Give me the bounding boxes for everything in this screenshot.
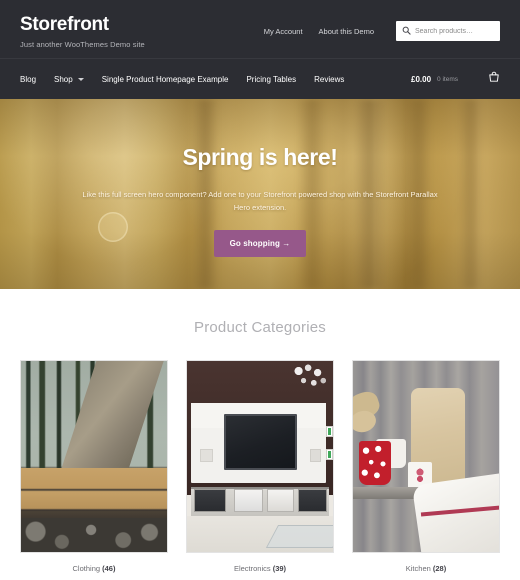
speaker-left-art [200, 448, 214, 463]
console-cabinet-art [297, 488, 328, 512]
console-cabinet-art [233, 488, 263, 512]
category-count: (46) [102, 564, 116, 573]
page-title: Product Categories [193, 319, 326, 336]
television-art [223, 414, 297, 470]
secondary-navigation: My Account About this Demo [264, 27, 374, 36]
shopping-cart-icon[interactable] [488, 70, 500, 88]
go-shopping-button[interactable]: Go shopping → [213, 230, 307, 258]
red-polkadot-mug-art [358, 441, 391, 486]
nav-item-label: Pricing Tables [246, 74, 297, 84]
cart-total-amount: £0.00 [411, 74, 432, 84]
product-categories-section: Product Categories Clothing (46) Electro… [0, 289, 520, 573]
category-count: (28) [432, 564, 447, 573]
site-header: Storefront Just another WooThemes Demo s… [0, 0, 520, 99]
site-title[interactable]: Storefront [20, 14, 264, 36]
chevron-down-icon[interactable] [77, 77, 84, 81]
nav-item-blog[interactable]: Blog [20, 75, 36, 84]
secondary-nav-item-my-account[interactable]: My Account [264, 27, 303, 36]
nav-item-label: Blog [20, 74, 37, 84]
search-icon [402, 22, 411, 40]
primary-navigation: Blog Shop Single Product Homepage Exampl… [20, 75, 411, 84]
category-label-clothing: Clothing (46) [20, 564, 168, 573]
category-label-kitchen: Kitchen (28) [352, 564, 500, 573]
category-name: Kitchen [405, 564, 431, 573]
category-image-electronics[interactable] [186, 360, 334, 553]
nav-item-label: Shop [54, 74, 73, 84]
product-search-form[interactable]: Search products… [396, 21, 500, 41]
category-card-electronics[interactable]: Electronics (39) [186, 360, 334, 573]
nav-item-pricing-tables[interactable]: Pricing Tables [246, 75, 296, 84]
console-cabinet-art [194, 488, 227, 512]
cart-summary[interactable]: £0.00 0 items [411, 70, 500, 88]
gravel-ground-art [21, 517, 167, 552]
nav-item-label: Reviews [314, 74, 345, 84]
site-tagline: Just another WooThemes Demo site [20, 39, 145, 49]
category-count: (39) [272, 564, 287, 573]
category-card-clothing[interactable]: Clothing (46) [20, 360, 168, 573]
nav-item-label: Single Product Homepage Example [101, 74, 229, 84]
nav-item-shop[interactable]: Shop [54, 75, 84, 84]
category-name: Electronics [233, 564, 271, 573]
wall-frame-art [325, 448, 333, 461]
category-card-kitchen[interactable]: Kitchen (28) [352, 360, 500, 573]
hero-title: Spring is here! [182, 144, 338, 170]
hero-banner: Spring is here! Like this full screen he… [0, 99, 520, 289]
category-grid: Clothing (46) Electronics (39) Kitchen (… [20, 360, 500, 573]
tea-towel-art [412, 473, 499, 552]
wall-frame-art [325, 425, 333, 438]
category-image-kitchen[interactable] [352, 360, 500, 553]
search-input[interactable]: Search products… [415, 28, 473, 35]
secondary-nav-item-about-this-demo[interactable]: About this Demo [319, 27, 374, 36]
console-cabinet-art [267, 488, 294, 512]
chandelier-art [290, 362, 329, 396]
glass-table-art [265, 525, 333, 549]
speaker-right-art [309, 448, 322, 463]
header-right: My Account About this Demo Search produc… [264, 15, 500, 41]
header-top-row: Storefront Just another WooThemes Demo s… [0, 0, 520, 58]
hero-description: Like this full screen hero component? Ad… [82, 190, 438, 213]
primary-nav-bar: Blog Shop Single Product Homepage Exampl… [0, 58, 520, 99]
nav-item-single-product-homepage-example[interactable]: Single Product Homepage Example [102, 75, 229, 84]
hero-content: Spring is here! Like this full screen he… [0, 99, 520, 258]
nav-item-reviews[interactable]: Reviews [314, 75, 344, 84]
category-image-clothing[interactable] [20, 360, 168, 553]
cart-item-count: 0 items [437, 75, 458, 83]
category-name: Clothing [72, 564, 101, 573]
category-label-electronics: Electronics (39) [186, 564, 334, 573]
site-branding[interactable]: Storefront Just another WooThemes Demo s… [20, 14, 264, 49]
